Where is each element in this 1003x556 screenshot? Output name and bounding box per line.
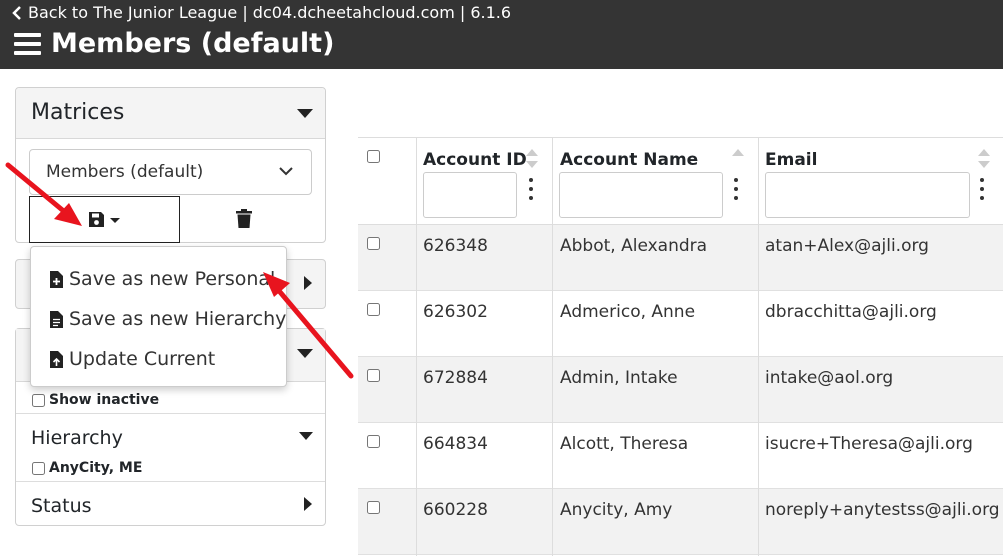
matrices-panel-header[interactable]: Matrices: [16, 88, 325, 139]
cell-account-id: 664834: [423, 434, 488, 454]
save-as-new-hierarchy-item[interactable]: Save as new Hierarchy: [50, 308, 286, 330]
back-link-text: Back to The Junior League | dc04.dcheeta…: [28, 3, 512, 22]
save-dropdown-button[interactable]: [29, 196, 180, 243]
floppy-disk-icon: [89, 212, 104, 227]
caret-down-icon[interactable]: [297, 109, 313, 118]
menu-item-label: Save as new Hierarchy: [69, 308, 287, 330]
hierarchy-option-text: AnyCity, ME: [49, 460, 143, 476]
file-lines-icon: [50, 310, 63, 328]
matrices-title: Matrices: [31, 100, 125, 125]
show-inactive-text: Show inactive: [49, 392, 160, 408]
sort-ascending-icon[interactable]: [732, 148, 744, 170]
column-menu-icon[interactable]: [980, 178, 984, 200]
status-label: Status: [31, 495, 92, 517]
cell-email: atan+Alex@ajli.org: [765, 236, 929, 256]
hierarchy-label: Hierarchy: [31, 427, 123, 449]
select-all-checkbox[interactable]: [367, 150, 380, 163]
menu-item-label: Update Current: [69, 348, 216, 370]
row-checkbox[interactable]: [367, 501, 380, 514]
table-row[interactable]: 672884 Admin, Intake intake@aol.org: [358, 357, 1003, 423]
show-inactive-checkbox[interactable]: [32, 393, 45, 407]
column-header-account-name[interactable]: Account Name: [560, 150, 698, 170]
column-menu-icon[interactable]: [529, 178, 533, 200]
row-checkbox[interactable]: [367, 369, 380, 382]
hierarchy-option-checkbox[interactable]: [32, 461, 45, 475]
cell-account-id: 626348: [423, 236, 488, 256]
table-header-row: Account ID Account Name Email: [358, 137, 1003, 226]
cell-account-id: 626302: [423, 302, 488, 322]
chevron-left-icon: [12, 5, 21, 20]
column-menu-icon[interactable]: [734, 178, 738, 200]
file-plus-icon: [50, 270, 63, 288]
cell-account-name: Abbot, Alexandra: [560, 236, 708, 256]
hierarchy-option-label[interactable]: AnyCity, ME: [32, 460, 142, 476]
cell-account-name: Alcott, Theresa: [560, 434, 689, 454]
back-link[interactable]: Back to The Junior League | dc04.dcheeta…: [12, 3, 511, 22]
update-current-item[interactable]: Update Current: [50, 348, 215, 370]
save-dropdown-menu: Save as new Personal Save as new Hierarc…: [30, 246, 287, 387]
table-row[interactable]: 626302 Admerico, Anne dbracchitta@ajli.o…: [358, 291, 1003, 357]
trash-icon[interactable]: [236, 209, 252, 228]
account-id-filter-input[interactable]: [423, 172, 517, 218]
show-inactive-checkbox-label[interactable]: Show inactive: [32, 392, 159, 408]
members-table: Account ID Account Name Email 626348 Abb…: [358, 137, 1003, 556]
top-bar: Back to The Junior League | dc04.dcheeta…: [0, 0, 1003, 69]
save-as-new-personal-item[interactable]: Save as new Personal: [50, 268, 275, 290]
row-checkbox[interactable]: [367, 303, 380, 316]
caret-right-icon[interactable]: [304, 276, 312, 290]
cell-account-id: 672884: [423, 368, 488, 388]
page-title: Members (default): [51, 28, 335, 59]
file-upload-icon: [50, 350, 63, 368]
matrices-panel: Matrices Members (default): [15, 87, 326, 243]
table-row[interactable]: 626348 Abbot, Alexandra atan+Alex@ajli.o…: [358, 225, 1003, 291]
table-row[interactable]: 664834 Alcott, Theresa isucre+Theresa@aj…: [358, 423, 1003, 489]
cell-email: noreply+anytestss@ajli.org: [765, 500, 1000, 520]
row-checkbox[interactable]: [367, 237, 380, 250]
sort-icon[interactable]: [978, 148, 990, 170]
caret-down-icon: [110, 218, 120, 223]
cell-email: isucre+Theresa@ajli.org: [765, 434, 973, 454]
cell-account-name: Anycity, Amy: [560, 500, 673, 520]
menu-item-label: Save as new Personal: [69, 268, 276, 290]
caret-right-icon[interactable]: [304, 497, 312, 511]
sort-icon[interactable]: [526, 148, 538, 170]
cell-email: intake@aol.org: [765, 368, 894, 388]
column-header-account-id[interactable]: Account ID: [423, 150, 527, 170]
caret-down-icon[interactable]: [297, 349, 313, 358]
caret-down-icon[interactable]: [299, 432, 313, 440]
cell-account-name: Admerico, Anne: [560, 302, 696, 322]
column-header-email[interactable]: Email: [765, 150, 817, 170]
cell-email: dbracchitta@ajli.org: [765, 302, 937, 322]
hamburger-menu-icon[interactable]: [14, 32, 41, 55]
table-row[interactable]: 660228 Anycity, Amy noreply+anytestss@aj…: [358, 489, 1003, 555]
cell-account-name: Admin, Intake: [560, 368, 678, 388]
matrix-select[interactable]: Members (default): [29, 149, 312, 195]
row-checkbox[interactable]: [367, 435, 380, 448]
email-filter-input[interactable]: [765, 172, 970, 218]
cell-account-id: 660228: [423, 500, 488, 520]
matrix-select-value: Members (default): [46, 162, 204, 182]
account-name-filter-input[interactable]: [559, 172, 723, 218]
chevron-down-icon: [279, 167, 293, 176]
